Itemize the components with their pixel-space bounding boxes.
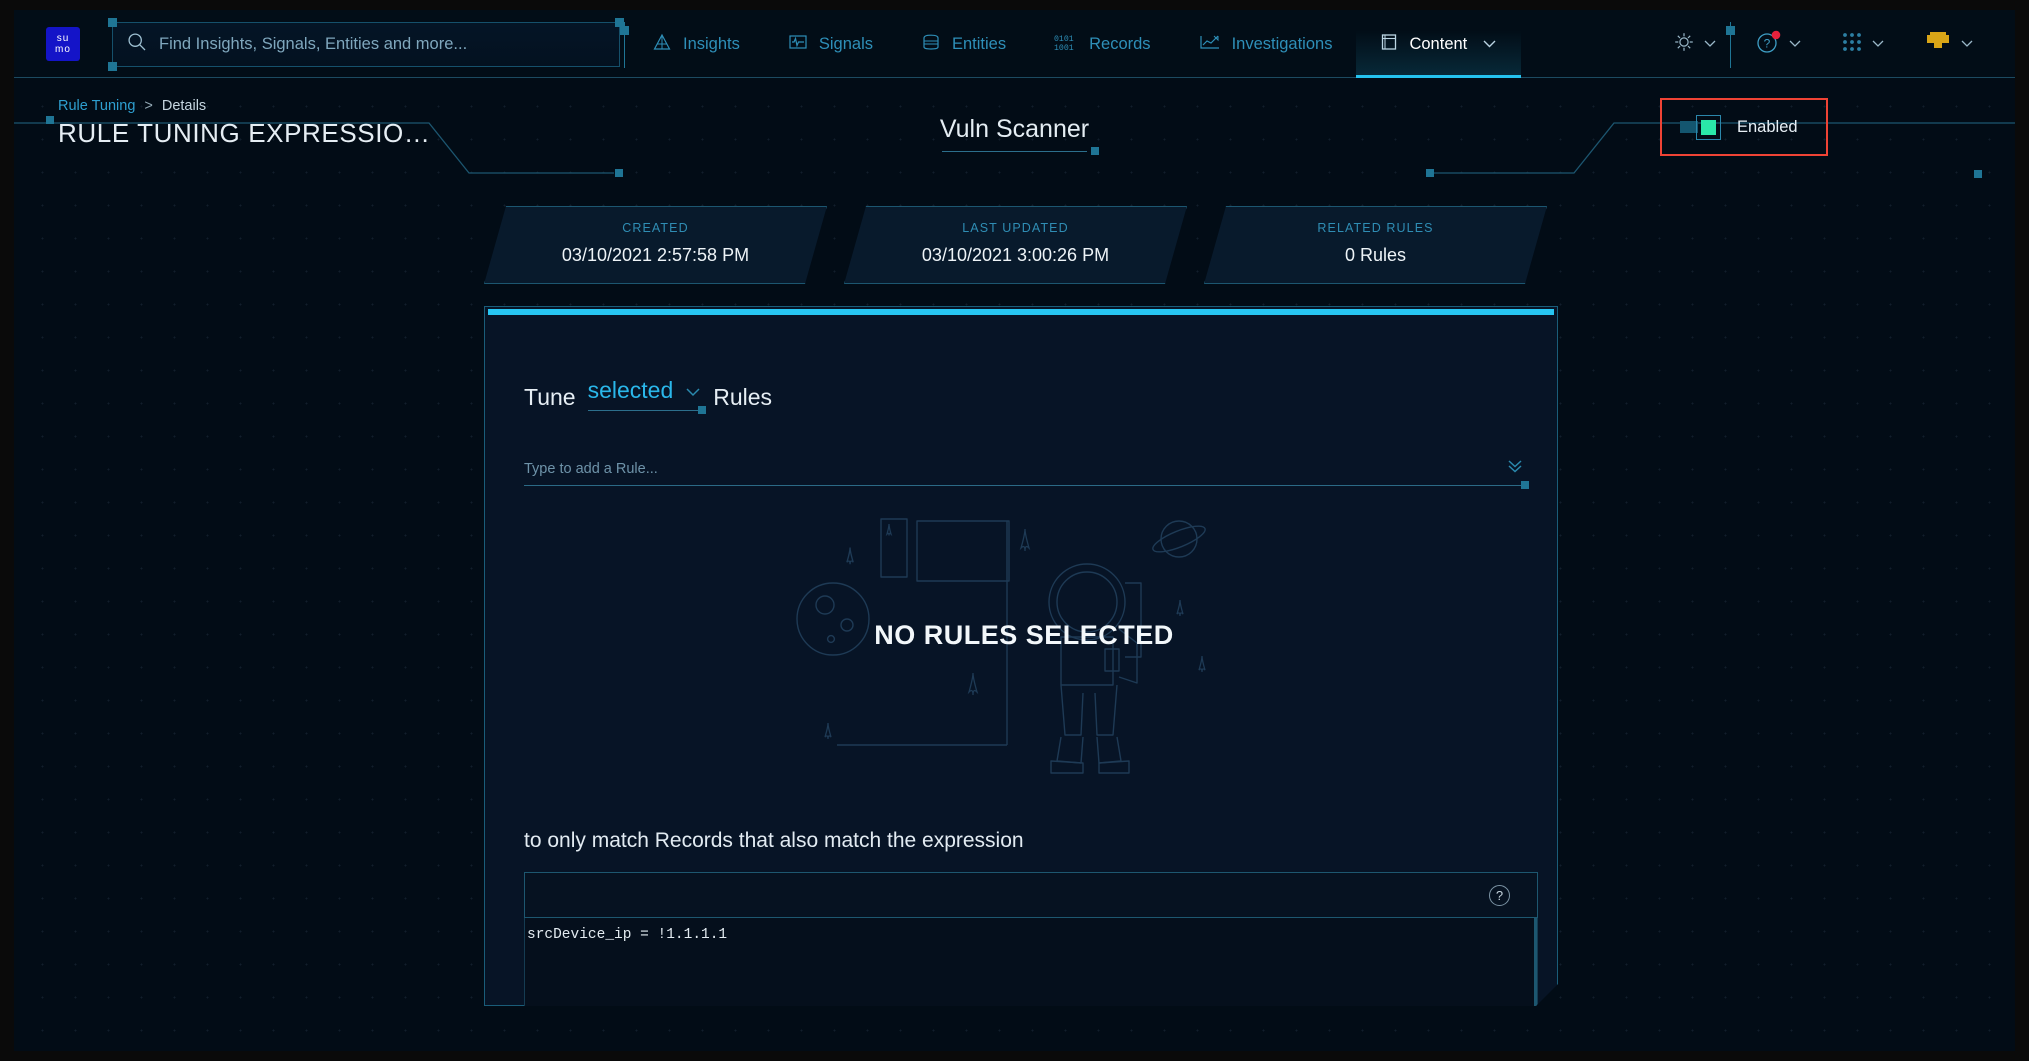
nav-item-entities[interactable]: Entities [897, 10, 1030, 78]
rule-search-input[interactable] [524, 461, 1404, 477]
stat-card-label: LAST UPDATED [845, 221, 1186, 235]
records-binary-icon: 01011001 [1054, 32, 1078, 57]
entity-title-text: Vuln Scanner [940, 115, 1089, 143]
nav-label-investigations: Investigations [1232, 35, 1333, 54]
tune-scope-marker [698, 406, 706, 414]
breadcrumb-separator: > [144, 98, 152, 114]
stat-card-label: RELATED RULES [1205, 221, 1546, 235]
toggle-knob [1696, 115, 1721, 140]
top-navigation-bar: su mo Insights [14, 10, 2015, 78]
signals-pulse-icon [788, 32, 808, 57]
expression-section-label: to only match Records that also match th… [524, 829, 1024, 853]
chevron-down-icon [1788, 35, 1802, 53]
apps-grid-icon [1840, 30, 1864, 59]
breadcrumb: Rule Tuning > Details [58, 98, 206, 114]
empty-state: NO RULES SELECTED [524, 497, 1524, 797]
content-book-icon [1380, 32, 1398, 57]
nav-label-records: Records [1089, 35, 1150, 54]
help-menu[interactable]: ? [1736, 29, 1821, 60]
chevron-down-icon [1703, 35, 1717, 53]
entity-title-field[interactable]: Vuln Scanner [924, 115, 1105, 152]
nav-item-records[interactable]: 01011001 Records [1030, 10, 1174, 78]
apps-menu[interactable] [1821, 30, 1904, 59]
nav-item-investigations[interactable]: Investigations [1175, 10, 1357, 78]
search-icon [127, 32, 147, 57]
nav-item-content[interactable]: Content [1356, 10, 1521, 78]
tune-scope-value: selected [588, 377, 674, 404]
entity-title-marker [1091, 147, 1099, 155]
nav-items: Insights Signals Entities 01011001 Recor… [628, 10, 1521, 78]
help-circle-icon[interactable]: ? [1489, 885, 1510, 906]
breadcrumb-link-rule-tuning[interactable]: Rule Tuning [58, 98, 135, 114]
enabled-toggle-label: Enabled [1737, 118, 1798, 137]
chevron-down-icon [685, 377, 701, 404]
rule-tuning-panel: Tune selected Rules [484, 306, 1558, 1006]
chevron-double-down-icon[interactable] [1506, 458, 1524, 479]
breadcrumb-current: Details [162, 98, 206, 114]
gear-icon [1672, 30, 1696, 59]
chevron-down-icon [1871, 35, 1885, 53]
svg-text:?: ? [1764, 36, 1771, 50]
user-avatar-icon [1923, 31, 1953, 58]
stat-card-related-rules: RELATED RULES 0 Rules [1204, 206, 1547, 284]
expression-editor-toolbar: ? [524, 872, 1538, 918]
help-question-icon: ? [1755, 29, 1781, 60]
stat-card-created: CREATED 03/10/2021 2:57:58 PM [484, 206, 827, 284]
nav-label-content: Content [1409, 35, 1467, 54]
stat-card-value: 03/10/2021 3:00:26 PM [845, 245, 1186, 266]
tune-scope-underline [588, 410, 702, 411]
app-window: su mo Insights [14, 10, 2015, 1051]
enabled-toggle-highlight: Enabled [1660, 98, 1828, 156]
search-corner-marker-tl [108, 18, 117, 27]
nav-label-signals: Signals [819, 35, 873, 54]
expression-editor: ? srcDevice_ip = !1.1.1.1 [524, 872, 1538, 1007]
search-input[interactable] [159, 35, 579, 54]
header-right-icons: ? [1653, 10, 1993, 78]
expression-code-text[interactable]: srcDevice_ip = !1.1.1.1 [525, 918, 1537, 943]
entity-title-underline [942, 151, 1087, 152]
empty-state-title: NO RULES SELECTED [524, 620, 1524, 651]
stat-card-last-updated: LAST UPDATED 03/10/2021 3:00:26 PM [844, 206, 1187, 284]
nav-item-signals[interactable]: Signals [764, 10, 897, 78]
stat-card-label: CREATED [485, 221, 826, 235]
nav-label-entities: Entities [952, 35, 1006, 54]
chevron-down-icon [1960, 35, 1974, 53]
tune-scope-dropdown[interactable]: selected [588, 377, 702, 411]
tune-suffix-label: Rules [713, 384, 772, 411]
rule-field-marker [1521, 481, 1529, 489]
sumo-logo[interactable]: su mo [46, 27, 80, 61]
rule-add-field[interactable] [524, 452, 1524, 486]
expression-editor-body[interactable]: srcDevice_ip = !1.1.1.1 [524, 918, 1538, 1007]
insights-triangle-icon [652, 32, 672, 57]
nav-item-insights[interactable]: Insights [628, 10, 764, 78]
entities-stack-icon [921, 32, 941, 57]
enabled-toggle[interactable] [1680, 115, 1721, 140]
investigations-chart-icon [1199, 32, 1221, 57]
global-search-box[interactable] [112, 22, 620, 67]
search-corner-marker-bl [108, 62, 117, 71]
settings-menu[interactable] [1653, 30, 1736, 59]
chevron-down-icon[interactable] [1482, 35, 1497, 54]
editor-right-edge [1534, 918, 1537, 1007]
user-menu[interactable] [1904, 31, 1993, 58]
stat-card-value: 03/10/2021 2:57:58 PM [485, 245, 826, 266]
svg-text:0101: 0101 [1054, 35, 1074, 44]
nav-label-insights: Insights [683, 35, 740, 54]
tune-scope-row: Tune selected Rules [524, 377, 772, 411]
stat-card-value: 0 Rules [1205, 245, 1546, 266]
logo-text-line2: mo [55, 44, 71, 55]
logo-text-line1: su [57, 33, 70, 44]
svg-text:1001: 1001 [1054, 44, 1074, 52]
tune-prefix-label: Tune [524, 384, 576, 411]
panel-accent-bar [488, 309, 1554, 315]
